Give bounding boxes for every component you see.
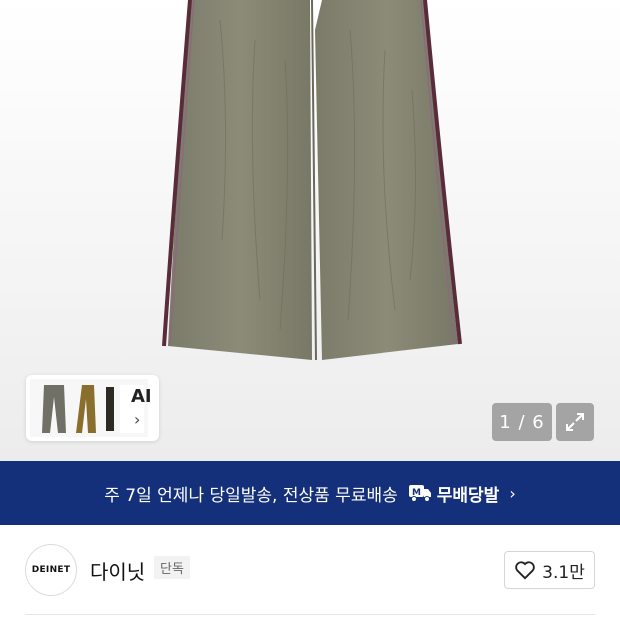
divider: [25, 614, 595, 615]
delivery-brand-label: 무배당발: [436, 485, 500, 506]
like-button[interactable]: 3.1만: [504, 551, 595, 589]
product-image-gallery[interactable]: AI › 1 / 6: [0, 0, 620, 461]
expand-icon: [566, 413, 584, 431]
delivery-brand: M 무배당발: [408, 481, 500, 506]
chevron-right-icon: ›: [509, 483, 516, 503]
brand-row: DEINET 다이닛 단독 3.1만: [0, 525, 620, 620]
image-counter: 1 / 6: [492, 403, 552, 441]
exclusive-badge: 단독: [154, 556, 190, 579]
brand-name[interactable]: 다이닛: [90, 556, 145, 585]
like-count: 3.1만: [542, 562, 585, 583]
delivery-truck-icon: M: [408, 485, 431, 502]
product-image[interactable]: [150, 0, 470, 365]
heart-icon: [515, 561, 535, 580]
brand-logo[interactable]: DEINET: [25, 544, 77, 596]
chevron-right-icon[interactable]: ›: [134, 410, 140, 429]
ai-label[interactable]: AI: [131, 386, 152, 407]
expand-button[interactable]: [556, 403, 594, 441]
ai-recommend-button[interactable]: [26, 375, 159, 441]
shipping-banner[interactable]: 주 7일 언제나 당일발송, 전상품 무료배송 M 무배당발 ›: [0, 461, 620, 525]
shipping-banner-text: 주 7일 언제나 당일발송, 전상품 무료배송: [104, 485, 398, 506]
